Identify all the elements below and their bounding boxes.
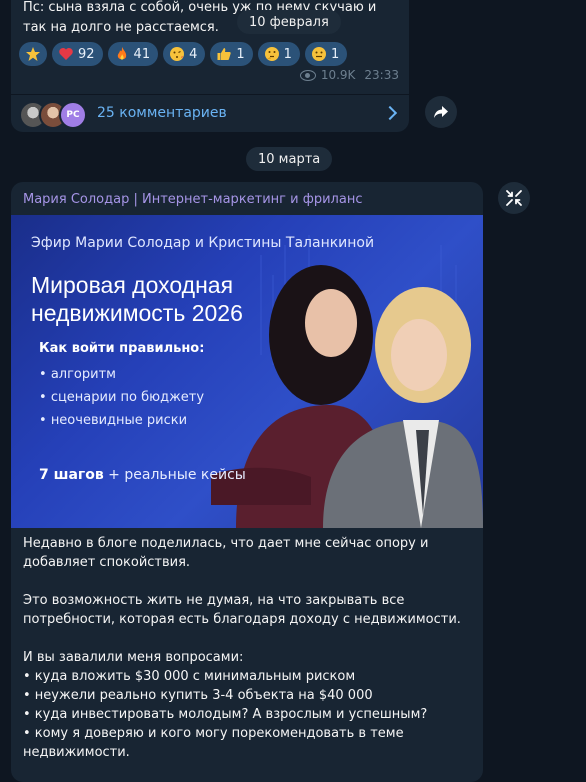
reaction-count: 41: [133, 46, 151, 62]
reaction-star[interactable]: [19, 42, 47, 66]
heart-icon: [59, 48, 73, 60]
views-count: 10.9K: [320, 68, 356, 82]
paragraph: И вы завалили меня вопросами: • куда вло…: [23, 648, 471, 762]
kiss-face-icon: [170, 47, 185, 61]
reaction-thumbs-up[interactable]: 1: [210, 42, 253, 66]
channel-name-link[interactable]: Мария Солодар | Интернет-маркетинг и фри…: [23, 192, 362, 207]
text-line: • куда вложить $30 000 с минимальным рис…: [23, 669, 356, 684]
date-separator: 10 марта: [246, 147, 333, 171]
commenter-avatars: РС: [19, 101, 89, 129]
post-banner-image[interactable]: Эфир Марии Солодар и Кристины Таланкиной…: [11, 215, 483, 528]
reaction-thinking[interactable]: 1: [257, 42, 300, 66]
reaction-count: 1: [330, 46, 340, 62]
post-meta: 10.9K 23:33: [299, 68, 399, 82]
banner-list-item: неочевидные риски: [39, 409, 204, 432]
banner-subtitle: Как войти правильно:: [39, 341, 205, 356]
avatar: РС: [59, 101, 87, 129]
text-line: • куда инвестировать молодым? А взрослым…: [23, 707, 428, 722]
reaction-heart[interactable]: 92: [52, 42, 103, 66]
banner-steps-rest: + реальные кейсы: [103, 467, 246, 483]
reaction-neutral[interactable]: 1: [304, 42, 348, 66]
reaction-count: 92: [78, 46, 95, 62]
text-line: • неужели реально купить 3-4 объекта на …: [23, 688, 373, 703]
thinking-face-icon: [264, 47, 279, 61]
banner-list-item: сценарии по бюджету: [39, 386, 204, 409]
banner-host-line: Эфир Марии Солодар и Кристины Таланкиной: [31, 235, 375, 251]
date-separator-label: 10 марта: [258, 151, 321, 167]
reaction-fire[interactable]: 41: [107, 42, 159, 66]
post-body-text: Недавно в блоге поделилась, что дает мне…: [23, 534, 471, 781]
banner-title: Мировая доходная недвижимость 2026: [31, 271, 243, 327]
banner-title-line: Мировая доходная: [31, 272, 234, 298]
thumbs-up-icon: [217, 48, 232, 60]
reaction-count: 1: [236, 46, 245, 62]
star-icon: [26, 47, 40, 61]
collapse-arrows-icon: [506, 190, 522, 206]
text-line: Недавно в блоге поделилась, что дает мне…: [23, 536, 429, 551]
paragraph: Это возможность жить не думая, на что за…: [23, 591, 471, 629]
banner-list-item: алгоритм: [39, 363, 204, 386]
reaction-kiss[interactable]: 4: [163, 42, 206, 66]
reaction-count: 1: [283, 46, 292, 62]
channel-post-bubble: Мария Солодар | Интернет-маркетинг и фри…: [11, 182, 483, 782]
neutral-face-icon: [311, 47, 326, 61]
text-line: • кому я доверяю и кого могу порекомендо…: [23, 726, 404, 741]
banner-steps-bold: 7 шагов: [39, 467, 104, 483]
banner-steps: 7 шагов + реальные кейсы: [39, 467, 246, 483]
banner-list: алгоритм сценарии по бюджету неочевидные…: [39, 363, 204, 432]
text-line: потребности, которая есть благодаря дохо…: [23, 612, 461, 627]
avatar-initials: РС: [66, 110, 80, 120]
comments-bar[interactable]: РС 25 комментариев: [11, 94, 409, 133]
previous-post-bubble: Пс: сына взяла с собой, очень уж по нему…: [11, 0, 409, 132]
reactions-bar: 92 41 4 1 1 1: [19, 42, 348, 66]
text-line: добавляет спокойствия.: [23, 555, 191, 570]
post-time: 23:33: [364, 68, 399, 82]
banner-title-line: недвижимость 2026: [31, 300, 243, 326]
chevron-right-icon: [382, 105, 398, 121]
fire-icon: [117, 47, 126, 60]
floating-date-pill: 10 февраля: [237, 10, 341, 34]
text-line: недвижимости.: [23, 745, 130, 760]
paragraph: Недавно в блоге поделилась, что дает мне…: [23, 534, 471, 572]
floating-date-label: 10 февраля: [249, 14, 329, 30]
comments-count-link[interactable]: 25 комментариев: [97, 105, 227, 121]
share-button[interactable]: [425, 96, 457, 128]
share-arrow-icon: [434, 106, 448, 118]
text-line: И вы завалили меня вопросами:: [23, 650, 244, 665]
collapse-post-button[interactable]: [498, 182, 530, 214]
text-line: Это возможность жить не думая, на что за…: [23, 593, 405, 608]
views-icon: [299, 69, 316, 81]
reaction-count: 4: [189, 46, 198, 62]
